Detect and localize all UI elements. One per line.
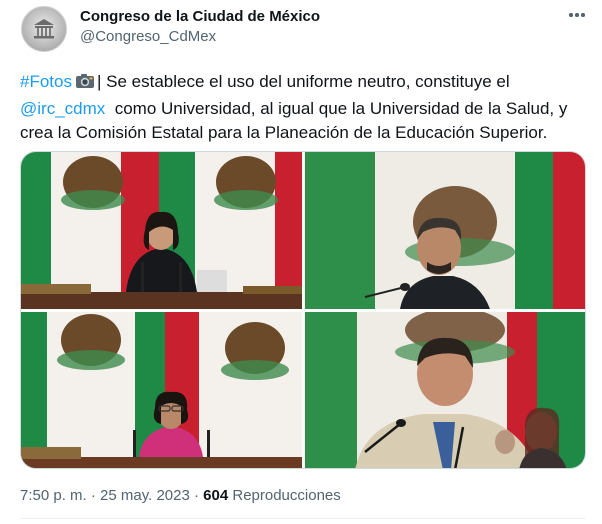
views-label: Reproducciones bbox=[228, 487, 341, 504]
tweet: Congreso de la Ciudad de México @Congres… bbox=[0, 0, 602, 524]
camera-icon bbox=[75, 72, 95, 97]
mention-link[interactable]: @irc_cdmx bbox=[20, 99, 105, 118]
hashtag-link[interactable]: #Fotos bbox=[20, 72, 72, 91]
author-name[interactable]: Congreso de la Ciudad de México bbox=[80, 8, 320, 25]
author-handle[interactable]: @Congreso_CdMex bbox=[80, 28, 216, 45]
photo-1[interactable] bbox=[21, 152, 302, 309]
divider bbox=[20, 518, 586, 519]
view-count: 604 bbox=[203, 487, 229, 504]
photo-4[interactable] bbox=[305, 312, 585, 468]
more-dots-icon[interactable] bbox=[566, 5, 588, 25]
tweet-text-part1: | Se establece el uso del uniforme neutr… bbox=[96, 72, 510, 91]
photo-grid bbox=[20, 151, 586, 469]
congress-seal-icon bbox=[34, 19, 54, 39]
tweet-timestamp[interactable]: 7:50 p. m. · 25 may. 2023 · bbox=[20, 487, 203, 504]
photo-3[interactable] bbox=[21, 312, 302, 468]
tweet-meta: 7:50 p. m. · 25 may. 2023 · 604 Reproduc… bbox=[20, 487, 341, 504]
tweet-text: #Fotos | Se establece el uso del uniforme… bbox=[20, 70, 585, 145]
avatar[interactable] bbox=[21, 6, 67, 52]
photo-2[interactable] bbox=[305, 152, 585, 309]
